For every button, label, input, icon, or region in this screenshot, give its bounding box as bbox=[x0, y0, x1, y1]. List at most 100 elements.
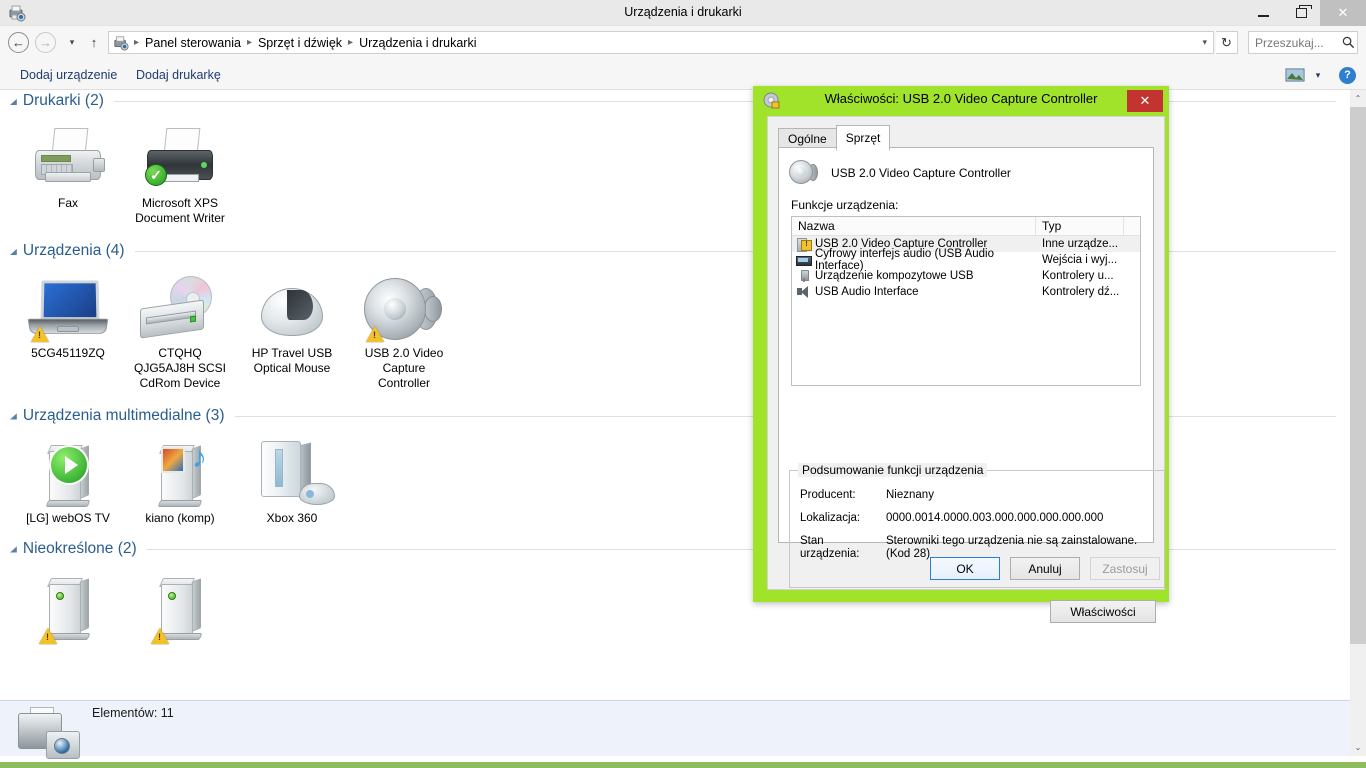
dialog-title: Właściwości: USB 2.0 Video Capture Contr… bbox=[824, 91, 1098, 106]
laptop-icon bbox=[27, 270, 109, 342]
back-button[interactable]: ← bbox=[8, 32, 29, 53]
audio-device-icon bbox=[796, 253, 812, 267]
add-device-button[interactable]: Dodaj urządzenie bbox=[14, 65, 123, 85]
up-button[interactable]: ↑ bbox=[85, 32, 103, 53]
media-badge-icon: ♪ bbox=[161, 443, 207, 487]
search-input[interactable]: Przeszukaj... bbox=[1249, 36, 1339, 50]
play-badge-icon bbox=[49, 445, 89, 485]
table-row[interactable]: Urządzenie kompozytowe USB Kontrolery u.… bbox=[792, 268, 1140, 284]
forward-button[interactable]: → bbox=[35, 32, 56, 53]
manufacturer-value: Nieznany bbox=[886, 489, 934, 501]
device-item-fax[interactable]: Fax bbox=[12, 112, 124, 226]
device-label: kiano (komp) bbox=[145, 511, 215, 525]
speaker-icon bbox=[789, 160, 819, 186]
device-item-xps-writer[interactable]: ✓ Microsoft XPS Document Writer bbox=[124, 112, 236, 226]
cancel-button[interactable]: Anuluj bbox=[1010, 557, 1080, 580]
device-item-usb-video-capture[interactable]: USB 2.0 Video Capture Controller bbox=[348, 262, 460, 391]
window-titlebar: Urządzenia i drukarki ✕ bbox=[0, 0, 1366, 26]
device-item-kiano-komp[interactable]: ♪ kiano (komp) bbox=[124, 427, 236, 526]
warning-badge-icon bbox=[31, 326, 49, 342]
add-printer-button[interactable]: Dodaj drukarkę bbox=[130, 65, 227, 85]
summary-legend: Podsumowanie funkcji urządzenia bbox=[798, 463, 988, 477]
table-row[interactable]: USB Audio Interface Kontrolery dź... bbox=[792, 284, 1140, 300]
column-header-name[interactable]: Nazwa bbox=[792, 217, 1036, 235]
dialog-buttons: OK Anuluj Zastosuj bbox=[930, 557, 1160, 580]
row-type: Kontrolery u... bbox=[1042, 270, 1114, 282]
group-title-unspecified: Nieokreślone (2) bbox=[22, 540, 137, 557]
collapse-triangle-icon[interactable]: ◢ bbox=[10, 96, 17, 106]
scroll-up-arrow-icon[interactable]: ⌃ bbox=[1350, 90, 1366, 107]
group-title-devices: Urządzenia (4) bbox=[22, 242, 125, 259]
device-item-cdrom[interactable]: CTQHQ QJG5AJ8H SCSI CdRom Device bbox=[124, 262, 236, 391]
chevron-down-icon[interactable]: ▾ bbox=[1202, 37, 1213, 48]
breadcrumb-devices-icon bbox=[113, 35, 129, 51]
device-label: USB 2.0 Video Capture Controller bbox=[364, 346, 444, 390]
warning-badge-icon bbox=[39, 628, 57, 644]
device-label: CTQHQ QJG5AJ8H SCSI CdRom Device bbox=[133, 346, 227, 390]
minimize-button[interactable] bbox=[1244, 0, 1282, 26]
status-bar: Elementów: 11 bbox=[0, 700, 1350, 759]
fax-printer-icon bbox=[28, 120, 108, 192]
row-type: Wejścia i wyj... bbox=[1042, 254, 1118, 266]
tab-sprzet[interactable]: Sprzęt bbox=[835, 125, 891, 151]
xps-printer-icon: ✓ bbox=[140, 120, 220, 192]
collapse-triangle-icon[interactable]: ◢ bbox=[10, 544, 17, 554]
dialog-device-header: USB 2.0 Video Capture Controller bbox=[779, 148, 1153, 196]
row-type: Inne urządze... bbox=[1042, 238, 1119, 250]
device-functions-list[interactable]: Nazwa Typ USB 2.0 Video Capture Controll… bbox=[791, 216, 1141, 386]
collapse-triangle-icon[interactable]: ◢ bbox=[10, 411, 17, 421]
default-device-check-icon: ✓ bbox=[145, 164, 167, 186]
tab-panel-sprzet: USB 2.0 Video Capture Controller Funkcje… bbox=[778, 147, 1165, 623]
device-label: Xbox 360 bbox=[266, 511, 318, 525]
device-status-label: Stan urządzenia: bbox=[800, 535, 860, 560]
location-label: Lokalizacja: bbox=[800, 512, 861, 524]
usb-device-icon bbox=[796, 269, 812, 283]
breadcrumb[interactable]: ▸ Panel sterowania ▸ Sprzęt i dźwięk ▸ U… bbox=[108, 31, 1214, 54]
device-item-unspecified-2[interactable] bbox=[124, 560, 236, 644]
properties-button[interactable]: Właściwości bbox=[1050, 600, 1156, 623]
speaker-icon bbox=[364, 270, 444, 342]
tower-icon bbox=[140, 568, 220, 644]
help-icon[interactable]: ? bbox=[1339, 66, 1356, 84]
device-label: [LG] webOS TV bbox=[26, 511, 110, 525]
row-type: Kontrolery dź... bbox=[1042, 286, 1120, 298]
device-warning-icon bbox=[796, 237, 812, 252]
column-header-type[interactable]: Typ bbox=[1036, 217, 1124, 235]
media-tower-icon bbox=[28, 435, 108, 507]
breadcrumb-item-devices-printers[interactable]: Urządzenia i drukarki bbox=[356, 36, 479, 50]
taskbar[interactable] bbox=[0, 762, 1366, 768]
warning-badge-icon bbox=[151, 628, 169, 644]
device-label: Fax bbox=[57, 196, 78, 210]
preview-pane-icon[interactable] bbox=[1285, 67, 1305, 83]
refresh-button[interactable]: ↻ bbox=[1216, 31, 1238, 54]
ok-button[interactable]: OK bbox=[930, 557, 1000, 580]
row-name: Urządzenie kompozytowe USB bbox=[815, 270, 974, 282]
device-item-laptop[interactable]: 5CG45119ZQ bbox=[12, 262, 124, 391]
dialog-close-button[interactable]: ✕ bbox=[1127, 90, 1163, 112]
device-item-lg-webos-tv[interactable]: [LG] webOS TV bbox=[12, 427, 124, 526]
search-box[interactable]: Przeszukaj... bbox=[1248, 31, 1358, 54]
table-row[interactable]: Cyfrowy interfejs audio (USB Audio Inter… bbox=[792, 248, 1140, 272]
vertical-scrollbar[interactable]: ⌃ ⌄ bbox=[1350, 90, 1366, 756]
device-item-unspecified-1[interactable] bbox=[12, 560, 124, 644]
breadcrumb-item-hardware-sound[interactable]: Sprzęt i dźwięk bbox=[255, 36, 345, 50]
maximize-button[interactable] bbox=[1282, 0, 1320, 26]
search-icon bbox=[1339, 36, 1357, 49]
breadcrumb-separator: ▸ bbox=[246, 37, 252, 48]
collapse-triangle-icon[interactable]: ◢ bbox=[10, 246, 17, 256]
recent-locations-icon[interactable]: ▾ bbox=[63, 32, 81, 53]
warning-badge-icon bbox=[366, 326, 384, 342]
chevron-down-icon[interactable]: ▾ bbox=[1311, 70, 1325, 81]
group-title-printers: Drukarki (2) bbox=[22, 92, 104, 109]
mouse-icon bbox=[252, 270, 332, 342]
breadcrumb-item-control-panel[interactable]: Panel sterowania bbox=[142, 36, 244, 50]
device-item-xbox-360[interactable]: Xbox 360 bbox=[236, 427, 348, 526]
desktop-screen: Urządzenia i drukarki ✕ ← → ▾ ↑ ▸ Panel … bbox=[0, 0, 1366, 768]
scrollbar-thumb[interactable] bbox=[1350, 107, 1366, 644]
close-button[interactable]: ✕ bbox=[1320, 0, 1366, 26]
device-item-mouse[interactable]: HP Travel USB Optical Mouse bbox=[236, 262, 348, 391]
dialog-body: Ogólne Sprzęt USB 2.0 Video Capture Cont… bbox=[767, 116, 1165, 623]
scroll-down-arrow-icon[interactable]: ⌄ bbox=[1350, 739, 1366, 756]
speaker-small-icon bbox=[796, 285, 812, 299]
group-title-multimedia: Urządzenia multimedialne (3) bbox=[22, 407, 225, 424]
